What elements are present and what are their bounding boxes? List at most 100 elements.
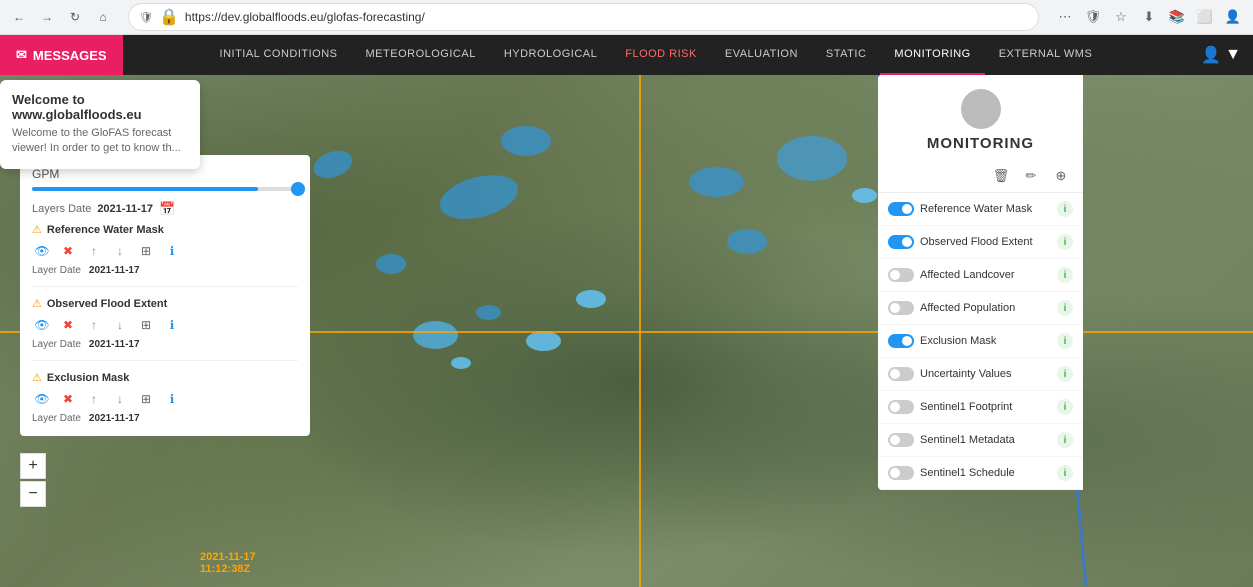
slider-fill (32, 187, 258, 191)
toggle-affected-landcover[interactable] (888, 268, 914, 282)
monitoring-item-sentinel1-footprint[interactable]: Sentinel1 Footprint i (878, 391, 1083, 424)
info-uncertainty-values[interactable]: i (1057, 366, 1073, 382)
remove-button[interactable]: ✖ (58, 389, 78, 409)
home-button[interactable]: ⌂ (92, 6, 114, 28)
remove-button[interactable]: ✖ (58, 241, 78, 261)
extensions-button[interactable]: ⋯ (1053, 5, 1077, 29)
toggle-sentinel1-schedule[interactable] (888, 466, 914, 480)
move-up-button[interactable]: ↑ (84, 389, 104, 409)
star-button[interactable]: ☆ (1109, 5, 1133, 29)
monitoring-item-affected-landcover[interactable]: Affected Landcover i (878, 259, 1083, 292)
nav-initial-conditions[interactable]: INITIAL CONDITIONS (206, 35, 352, 75)
add-layer-button[interactable]: ⊕ (1049, 164, 1073, 188)
slider-thumb[interactable] (291, 182, 305, 196)
move-up-button[interactable]: ↑ (84, 315, 104, 335)
browser-chrome: ← → ↻ ⌂ 🛡 🔒 ⋯ 🛡 ☆ ⬇ 📚 ⬜ 👤 (0, 0, 1253, 35)
slider-track (32, 187, 298, 191)
grid-button[interactable]: ⊞ (136, 389, 156, 409)
monitoring-item-sentinel1-schedule[interactable]: Sentinel1 Schedule i (878, 457, 1083, 490)
info-sentinel1-footprint[interactable]: i (1057, 399, 1073, 415)
back-button[interactable]: ← (8, 6, 30, 28)
toggle-flood-extent[interactable] (888, 235, 914, 249)
info-sentinel1-schedule[interactable]: i (1057, 465, 1073, 481)
opacity-slider[interactable] (32, 187, 298, 191)
monitoring-item-reference-water[interactable]: Reference Water Mask i (878, 193, 1083, 226)
toggle-uncertainty-values[interactable] (888, 367, 914, 381)
layer-date-value: 2021-11-17 (89, 265, 140, 276)
info-flood-extent[interactable]: i (1057, 234, 1073, 250)
grid-button[interactable]: ⊞ (136, 315, 156, 335)
nav-flood-risk[interactable]: FLOOD RISK (611, 35, 711, 75)
move-down-button[interactable]: ↓ (110, 315, 130, 335)
info-button[interactable]: ℹ (162, 241, 182, 261)
monitoring-panel: MONITORING 🗑 ✏ ⊕ Reference Water Mask i … (878, 75, 1083, 490)
user-dropdown-icon: ▼ (1225, 46, 1241, 64)
toggle-sentinel1-metadata[interactable] (888, 433, 914, 447)
toggle-reference-water[interactable] (888, 202, 914, 216)
monitoring-item-sentinel1-metadata[interactable]: Sentinel1 Metadata i (878, 424, 1083, 457)
remove-button[interactable]: ✖ (58, 315, 78, 335)
layer-controls: 👁 ✖ ↑ ↓ ⊞ ℹ (32, 389, 298, 409)
monitoring-item-uncertainty-values[interactable]: Uncertainty Values i (878, 358, 1083, 391)
move-down-button[interactable]: ↓ (110, 389, 130, 409)
download-button[interactable]: ⬇ (1137, 5, 1161, 29)
monitoring-item-affected-population[interactable]: Affected Population i (878, 292, 1083, 325)
info-affected-population[interactable]: i (1057, 300, 1073, 316)
url-input[interactable] (185, 10, 1028, 24)
nav-monitoring[interactable]: MONITORING (880, 35, 984, 75)
layer-date-row: Layer Date 2021-11-17 (32, 339, 298, 350)
monitoring-title: MONITORING (927, 135, 1034, 152)
info-sentinel1-metadata[interactable]: i (1057, 432, 1073, 448)
item-name: Affected Landcover (920, 269, 1051, 281)
visibility-button[interactable]: 👁 (32, 389, 52, 409)
refresh-button[interactable]: ↻ (64, 6, 86, 28)
grid-button[interactable]: ⊞ (136, 241, 156, 261)
messages-button[interactable]: ✉ MESSAGES (0, 35, 123, 75)
visibility-button[interactable]: 👁 (32, 315, 52, 335)
edit-layer-button[interactable]: ✏ (1019, 164, 1043, 188)
item-name: Reference Water Mask (920, 203, 1051, 215)
toggle-sentinel1-footprint[interactable] (888, 400, 914, 414)
nav-hydrological[interactable]: HYDROLOGICAL (490, 35, 611, 75)
zoom-out-button[interactable]: − (20, 481, 46, 507)
layer-controls: 👁 ✖ ↑ ↓ ⊞ ℹ (32, 241, 298, 261)
toggle-affected-population[interactable] (888, 301, 914, 315)
move-down-button[interactable]: ↓ (110, 241, 130, 261)
shield-button[interactable]: 🛡 (1081, 5, 1105, 29)
monitoring-list: Reference Water Mask i Observed Flood Ex… (878, 193, 1083, 490)
forward-button[interactable]: → (36, 6, 58, 28)
info-exclusion-mask[interactable]: i (1057, 333, 1073, 349)
layer-name: Observed Flood Extent (47, 298, 167, 310)
monitoring-item-flood-extent[interactable]: Observed Flood Extent i (878, 226, 1083, 259)
visibility-button[interactable]: 👁 (32, 241, 52, 261)
info-affected-landcover[interactable]: i (1057, 267, 1073, 283)
nav-external-wms[interactable]: EXTERNAL WMS (985, 35, 1107, 75)
layer-name: Reference Water Mask (47, 224, 164, 236)
warning-icon: ⚠ (32, 223, 42, 236)
user-profile[interactable]: 👤 ▼ (1189, 35, 1253, 75)
move-up-button[interactable]: ↑ (84, 241, 104, 261)
info-button[interactable]: ℹ (162, 315, 182, 335)
monitoring-item-exclusion-mask[interactable]: Exclusion Mask i (878, 325, 1083, 358)
nav-evaluation[interactable]: EVALUATION (711, 35, 812, 75)
warning-icon: ⚠ (32, 371, 42, 384)
toggle-exclusion-mask[interactable] (888, 334, 914, 348)
layer-title: ⚠ Reference Water Mask (32, 223, 298, 236)
layer-title: ⚠ Observed Flood Extent (32, 297, 298, 310)
profile-button[interactable]: 👤 (1221, 5, 1245, 29)
info-reference-water[interactable]: i (1057, 201, 1073, 217)
layer-controls: 👁 ✖ ↑ ↓ ⊞ ℹ (32, 315, 298, 335)
delete-layer-button[interactable]: 🗑 (989, 164, 1013, 188)
zoom-in-button[interactable]: + (20, 453, 46, 479)
nav-static[interactable]: STATIC (812, 35, 880, 75)
app-container: ✉ MESSAGES INITIAL CONDITIONS METEOROLOG… (0, 35, 1253, 587)
map-area[interactable]: 2021-11-17 11:12:38Z Welcome to www.glob… (0, 75, 1253, 587)
calendar-icon[interactable]: 📅 (159, 201, 175, 217)
layer-title: ⚠ Exclusion Mask (32, 371, 298, 384)
sidebar-button[interactable]: ⬜ (1193, 5, 1217, 29)
nav-meteorological[interactable]: METEOROLOGICAL (352, 35, 490, 75)
popup-title: Welcome to www.globalfloods.eu (12, 92, 188, 122)
info-button[interactable]: ℹ (162, 389, 182, 409)
item-name: Affected Population (920, 302, 1051, 314)
library-button[interactable]: 📚 (1165, 5, 1189, 29)
